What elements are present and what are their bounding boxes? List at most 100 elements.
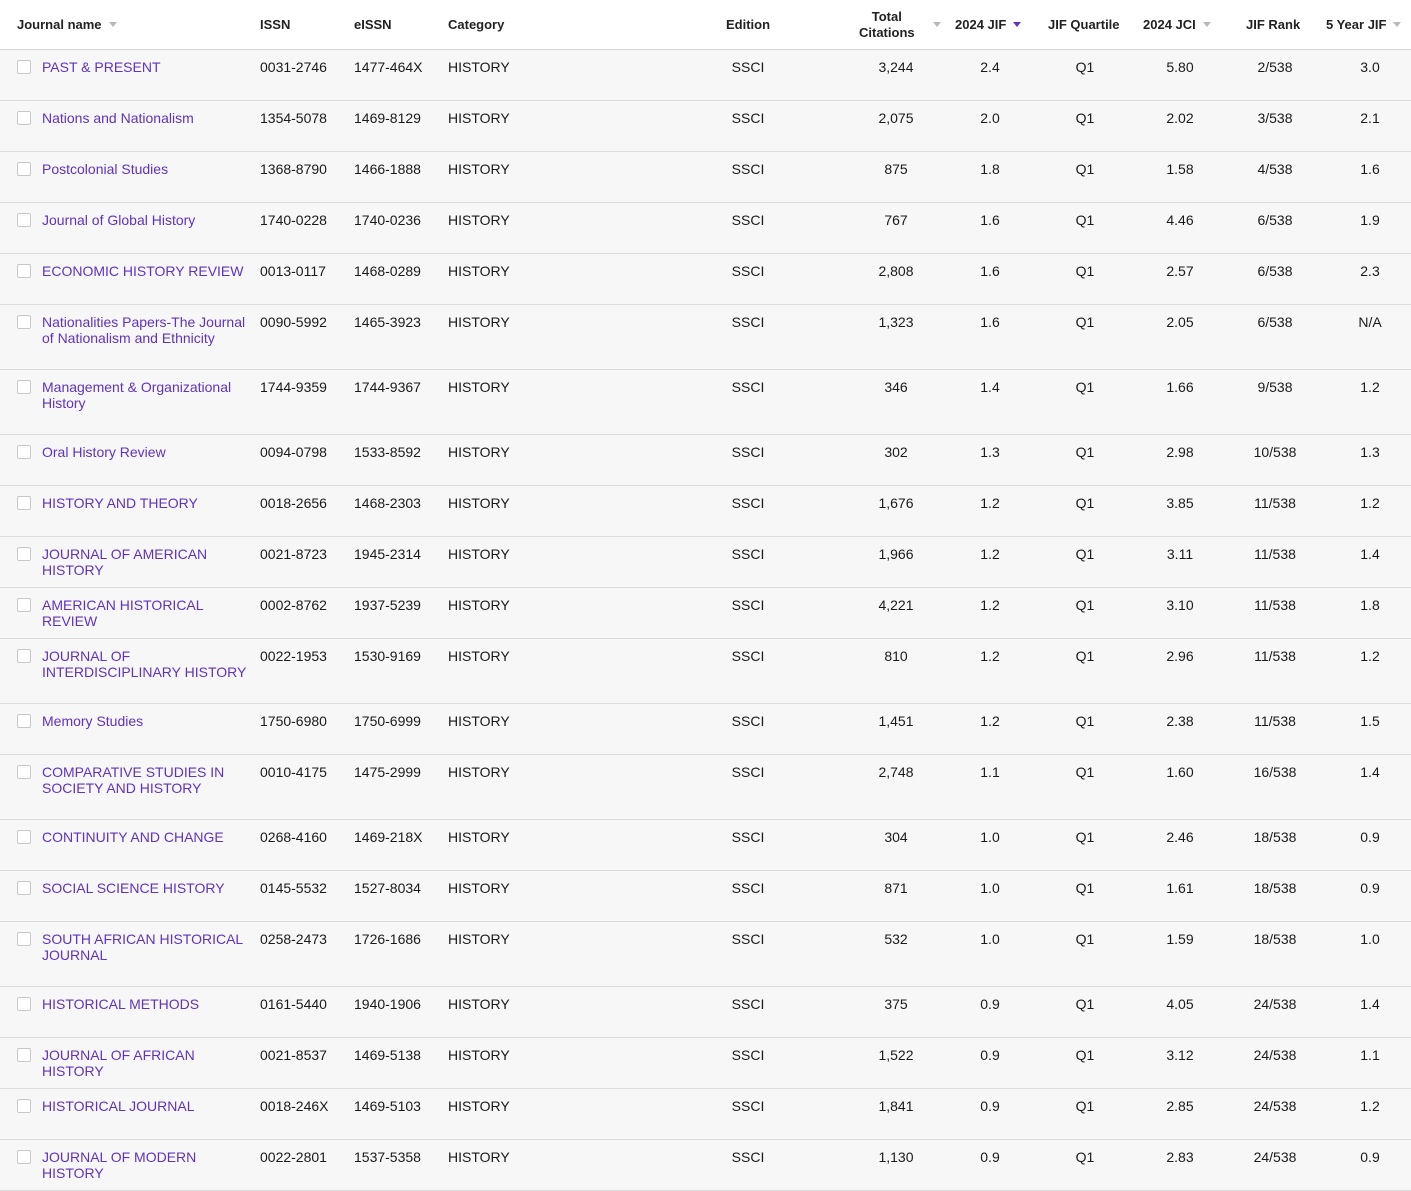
journal-name-link[interactable]: Nationalities Papers-The Journal of Nati… (42, 314, 260, 346)
column-header-jif[interactable]: 2024 JIF (955, 0, 1022, 49)
cell-jif: 0.9 (980, 1149, 1000, 1165)
cell-jif-quartile: Q1 (1075, 59, 1095, 75)
sort-arrow-icon[interactable] (1202, 22, 1211, 27)
cell-issn: 0022-2801 (260, 1149, 327, 1165)
journal-name-link[interactable]: SOUTH AFRICAN HISTORICAL JOURNAL (42, 931, 260, 963)
journal-name-link[interactable]: JOURNAL OF AFRICAN HISTORY (42, 1047, 260, 1079)
cell-five-year-jif: 1.2 (1360, 1098, 1380, 1114)
cell-total-citations: 3,244 (878, 59, 914, 75)
cell-jci: 2.46 (1166, 829, 1194, 845)
row-select-checkbox[interactable] (17, 1150, 31, 1164)
row-select-checkbox[interactable] (17, 649, 31, 663)
journal-name-link[interactable]: Oral History Review (42, 444, 260, 460)
journal-name-link[interactable]: SOCIAL SCIENCE HISTORY (42, 880, 260, 896)
cell-edition: SSCI (731, 263, 765, 279)
cell-edition: SSCI (731, 713, 765, 729)
cell-edition: SSCI (731, 648, 765, 664)
cell-issn: 1744-9359 (260, 379, 327, 395)
row-select-checkbox[interactable] (17, 264, 31, 278)
row-select-checkbox[interactable] (17, 830, 31, 844)
row-select-checkbox[interactable] (17, 213, 31, 227)
cell-category: HISTORY (448, 314, 510, 330)
journal-name-link[interactable]: JOURNAL OF AMERICAN HISTORY (42, 546, 260, 578)
column-header-five-year-jif[interactable]: 5 Year JIF (1326, 0, 1402, 49)
cell-edition: SSCI (731, 880, 765, 896)
journal-name-link[interactable]: HISTORICAL JOURNAL (42, 1098, 260, 1114)
row-select-checkbox[interactable] (17, 380, 31, 394)
journal-name-link[interactable]: ECONOMIC HISTORY REVIEW (42, 263, 260, 279)
cell-eissn: 1469-5138 (354, 1047, 421, 1063)
table-row: HISTORICAL JOURNAL 0018-246X 1469-5103 HIST… (0, 1089, 1411, 1140)
journal-name-link[interactable]: Postcolonial Studies (42, 161, 260, 177)
journal-name-link[interactable]: HISTORY AND THEORY (42, 495, 260, 511)
row-select-checkbox[interactable] (17, 315, 31, 329)
cell-edition: SSCI (731, 546, 765, 562)
cell-total-citations: 810 (884, 648, 908, 664)
sort-descending-icon[interactable] (1013, 22, 1022, 27)
journal-name-link[interactable]: CONTINUITY AND CHANGE (42, 829, 260, 845)
journal-name-link[interactable]: HISTORICAL METHODS (42, 996, 260, 1012)
cell-total-citations: 2,075 (878, 110, 914, 126)
cell-total-citations: 1,841 (878, 1098, 914, 1114)
cell-five-year-jif: 1.5 (1360, 713, 1380, 729)
row-select-checkbox[interactable] (17, 932, 31, 946)
cell-jif-rank: 24/538 (1253, 1047, 1297, 1063)
cell-category: HISTORY (448, 1098, 510, 1114)
cell-eissn: 1477-464X (354, 59, 423, 75)
cell-jci: 2.57 (1166, 263, 1194, 279)
table-body: PAST & PRESENT 0031-2746 1477-464X HISTORY S… (0, 50, 1411, 1191)
sort-arrow-icon[interactable] (108, 22, 117, 27)
journal-name-link[interactable]: AMERICAN HISTORICAL REVIEW (42, 597, 260, 629)
sort-arrow-icon[interactable] (1393, 22, 1402, 27)
column-header-jci[interactable]: 2024 JCI (1143, 0, 1211, 49)
cell-jci: 2.05 (1166, 314, 1194, 330)
cell-edition: SSCI (731, 931, 765, 947)
column-header-edition: Edition (708, 0, 788, 49)
cell-category: HISTORY (448, 829, 510, 845)
cell-issn: 0013-0117 (260, 263, 326, 279)
journal-name-link[interactable]: Journal of Global History (42, 212, 260, 228)
cell-jci: 1.60 (1166, 764, 1194, 780)
row-select-checkbox[interactable] (17, 1099, 31, 1113)
cell-jif-rank: 2/538 (1257, 59, 1293, 75)
journal-name-link[interactable]: COMPARATIVE STUDIES IN SOCIETY AND HISTO… (42, 764, 260, 796)
row-select-checkbox[interactable] (17, 714, 31, 728)
cell-edition: SSCI (731, 314, 765, 330)
row-select-checkbox[interactable] (17, 881, 31, 895)
row-select-checkbox[interactable] (17, 162, 31, 176)
cell-jif-rank: 11/538 (1254, 495, 1296, 511)
cell-eissn: 1465-3923 (354, 314, 421, 330)
cell-jif-quartile: Q1 (1075, 379, 1095, 395)
cell-jci: 1.58 (1166, 161, 1194, 177)
row-select-checkbox[interactable] (17, 1048, 31, 1062)
journal-name-link[interactable]: Memory Studies (42, 713, 260, 729)
row-select-checkbox[interactable] (17, 598, 31, 612)
cell-jif-quartile: Q1 (1075, 495, 1095, 511)
cell-total-citations: 871 (884, 880, 908, 896)
cell-five-year-jif: 1.8 (1360, 597, 1380, 613)
row-select-checkbox[interactable] (17, 997, 31, 1011)
cell-eissn: 1744-9367 (354, 379, 421, 395)
row-select-checkbox[interactable] (17, 547, 31, 561)
column-header-total-citations[interactable]: Total Citations (859, 0, 941, 49)
cell-jif-quartile: Q1 (1075, 648, 1095, 664)
column-header-journal-name[interactable]: Journal name (17, 0, 117, 49)
cell-eissn: 1469-218X (354, 829, 423, 845)
journal-name-link[interactable]: Nations and Nationalism (42, 110, 260, 126)
cell-five-year-jif: 1.3 (1360, 444, 1380, 460)
journal-name-link[interactable]: Management & Organizational History (42, 379, 260, 411)
cell-jif: 2.4 (980, 59, 1000, 75)
row-select-checkbox[interactable] (17, 496, 31, 510)
sort-arrow-icon[interactable] (932, 22, 941, 27)
row-select-checkbox[interactable] (17, 765, 31, 779)
row-select-checkbox[interactable] (17, 445, 31, 459)
journal-name-link[interactable]: JOURNAL OF INTERDISCIPLINARY HISTORY (42, 648, 260, 680)
cell-jci: 3.11 (1166, 546, 1194, 562)
row-select-checkbox[interactable] (17, 111, 31, 125)
journal-name-link[interactable]: JOURNAL OF MODERN HISTORY (42, 1149, 260, 1181)
cell-five-year-jif: 0.9 (1360, 829, 1380, 845)
row-select-checkbox[interactable] (17, 60, 31, 74)
cell-jif-rank: 24/538 (1253, 1149, 1297, 1165)
cell-jif-quartile: Q1 (1075, 1098, 1095, 1114)
journal-name-link[interactable]: PAST & PRESENT (42, 59, 260, 75)
